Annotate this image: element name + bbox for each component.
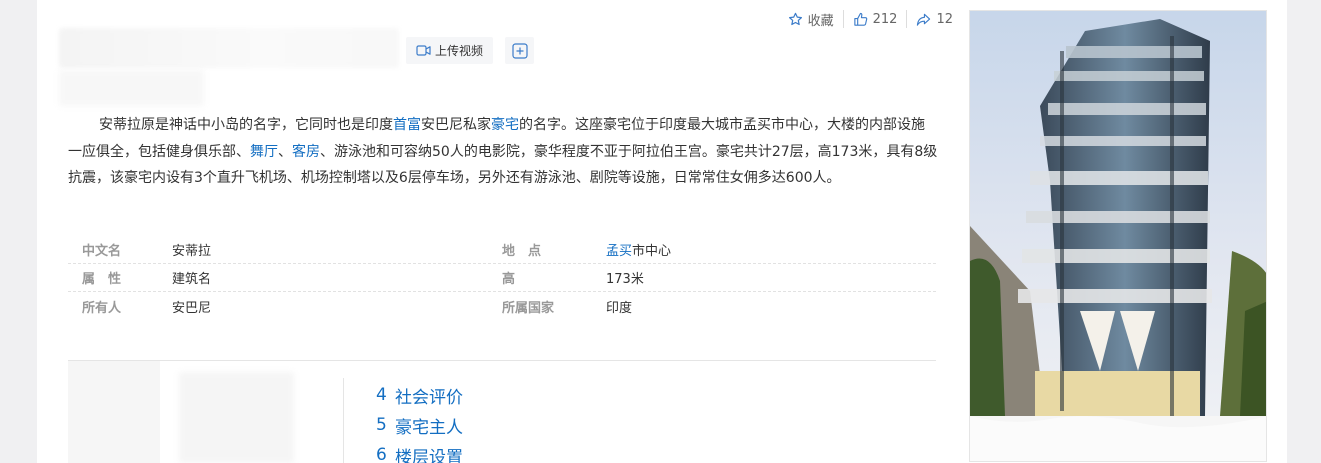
video-icon — [416, 45, 431, 56]
entry-page: 收藏 212 12 上传视频 安蒂拉原是神话中小岛的名字，它同时也是印度首富安巴… — [37, 0, 1287, 463]
building-photo — [970, 11, 1266, 461]
info-name: 属 性 — [82, 272, 122, 287]
info-value: 孟买市中心 — [606, 240, 936, 259]
info-value: 173米 — [606, 272, 644, 287]
catalog-item-floor-setup[interactable]: 6 楼层设置 — [376, 440, 463, 463]
catalog-list: 4 社会评价 5 豪宅主人 6 楼层设置 — [376, 380, 463, 463]
plus-box-icon — [511, 42, 528, 59]
catalog-sidebar-placeholder — [68, 361, 160, 463]
like-button[interactable]: 212 — [844, 12, 907, 27]
catalog-item-number: 5 — [376, 415, 387, 435]
catalog-title-placeholder — [179, 372, 294, 463]
section-divider — [68, 360, 936, 361]
share-count: 12 — [936, 11, 953, 27]
share-button[interactable]: 12 — [907, 12, 962, 27]
info-name: 地 点 — [502, 244, 542, 259]
summary-text: 安蒂拉原是神话中小岛的名字，它同时也是印度 — [99, 117, 393, 133]
share-icon — [917, 13, 931, 26]
entry-toolbar: 收藏 212 12 — [779, 8, 962, 30]
upload-video-button[interactable]: 上传视频 — [406, 37, 494, 64]
summary-link-kefang[interactable]: 客房 — [292, 144, 320, 160]
summary-link-shoufu[interactable]: 首富 — [393, 117, 421, 133]
summary-text: 、 — [278, 143, 292, 160]
info-value: 安巴尼 — [172, 300, 212, 316]
info-value: 建筑名 — [172, 272, 212, 287]
info-value-text: 市中心 — [632, 244, 672, 259]
catalog-item-social-evaluation[interactable]: 4 社会评价 — [376, 380, 463, 410]
add-button[interactable] — [505, 37, 534, 64]
info-value: 印度 — [606, 300, 633, 316]
subtitle-placeholder — [59, 70, 204, 106]
catalog-item-label: 社会评价 — [395, 387, 463, 408]
info-row: 所有人 安巴尼 所属国家 印度 — [68, 292, 936, 320]
summary-link-haozhai[interactable]: 豪宅 — [491, 117, 519, 133]
lemma-summary: 安蒂拉原是神话中小岛的名字，它同时也是印度首富安巴尼私家豪宅的名字。这座豪宅位于… — [68, 112, 938, 192]
page-title-placeholder — [59, 28, 399, 68]
info-row: 中文名 安蒂拉 地 点 孟买市中心 — [68, 236, 936, 264]
catalog-divider — [343, 378, 344, 463]
collect-button[interactable]: 收藏 — [779, 10, 843, 29]
info-name: 所属国家 — [502, 300, 555, 316]
like-count: 212 — [872, 11, 898, 27]
summary-text: 安巴尼私家 — [421, 117, 491, 133]
info-name: 中文名 — [82, 244, 122, 259]
info-link-mumbai[interactable]: 孟买 — [606, 244, 632, 259]
collect-label: 收藏 — [807, 13, 834, 29]
star-icon — [788, 12, 802, 25]
catalog-item-number: 6 — [376, 445, 387, 463]
info-name: 所有人 — [82, 300, 122, 316]
info-name: 高 — [502, 272, 516, 287]
catalog-item-label: 楼层设置 — [395, 447, 463, 463]
catalog-item-label: 豪宅主人 — [395, 417, 463, 438]
basic-info-table: 中文名 安蒂拉 地 点 孟买市中心 属 性 建筑名 高 173米 所有人 安巴尼… — [68, 236, 936, 320]
upload-video-label: 上传视频 — [435, 44, 484, 58]
summary-picture[interactable] — [969, 10, 1267, 462]
catalog-item-number: 4 — [376, 385, 387, 405]
thumb-up-icon — [853, 12, 867, 26]
summary-link-wuting[interactable]: 舞厅 — [250, 144, 278, 160]
catalog-item-mansion-owner[interactable]: 5 豪宅主人 — [376, 410, 463, 440]
info-value: 安蒂拉 — [172, 244, 212, 259]
info-row: 属 性 建筑名 高 173米 — [68, 264, 936, 292]
